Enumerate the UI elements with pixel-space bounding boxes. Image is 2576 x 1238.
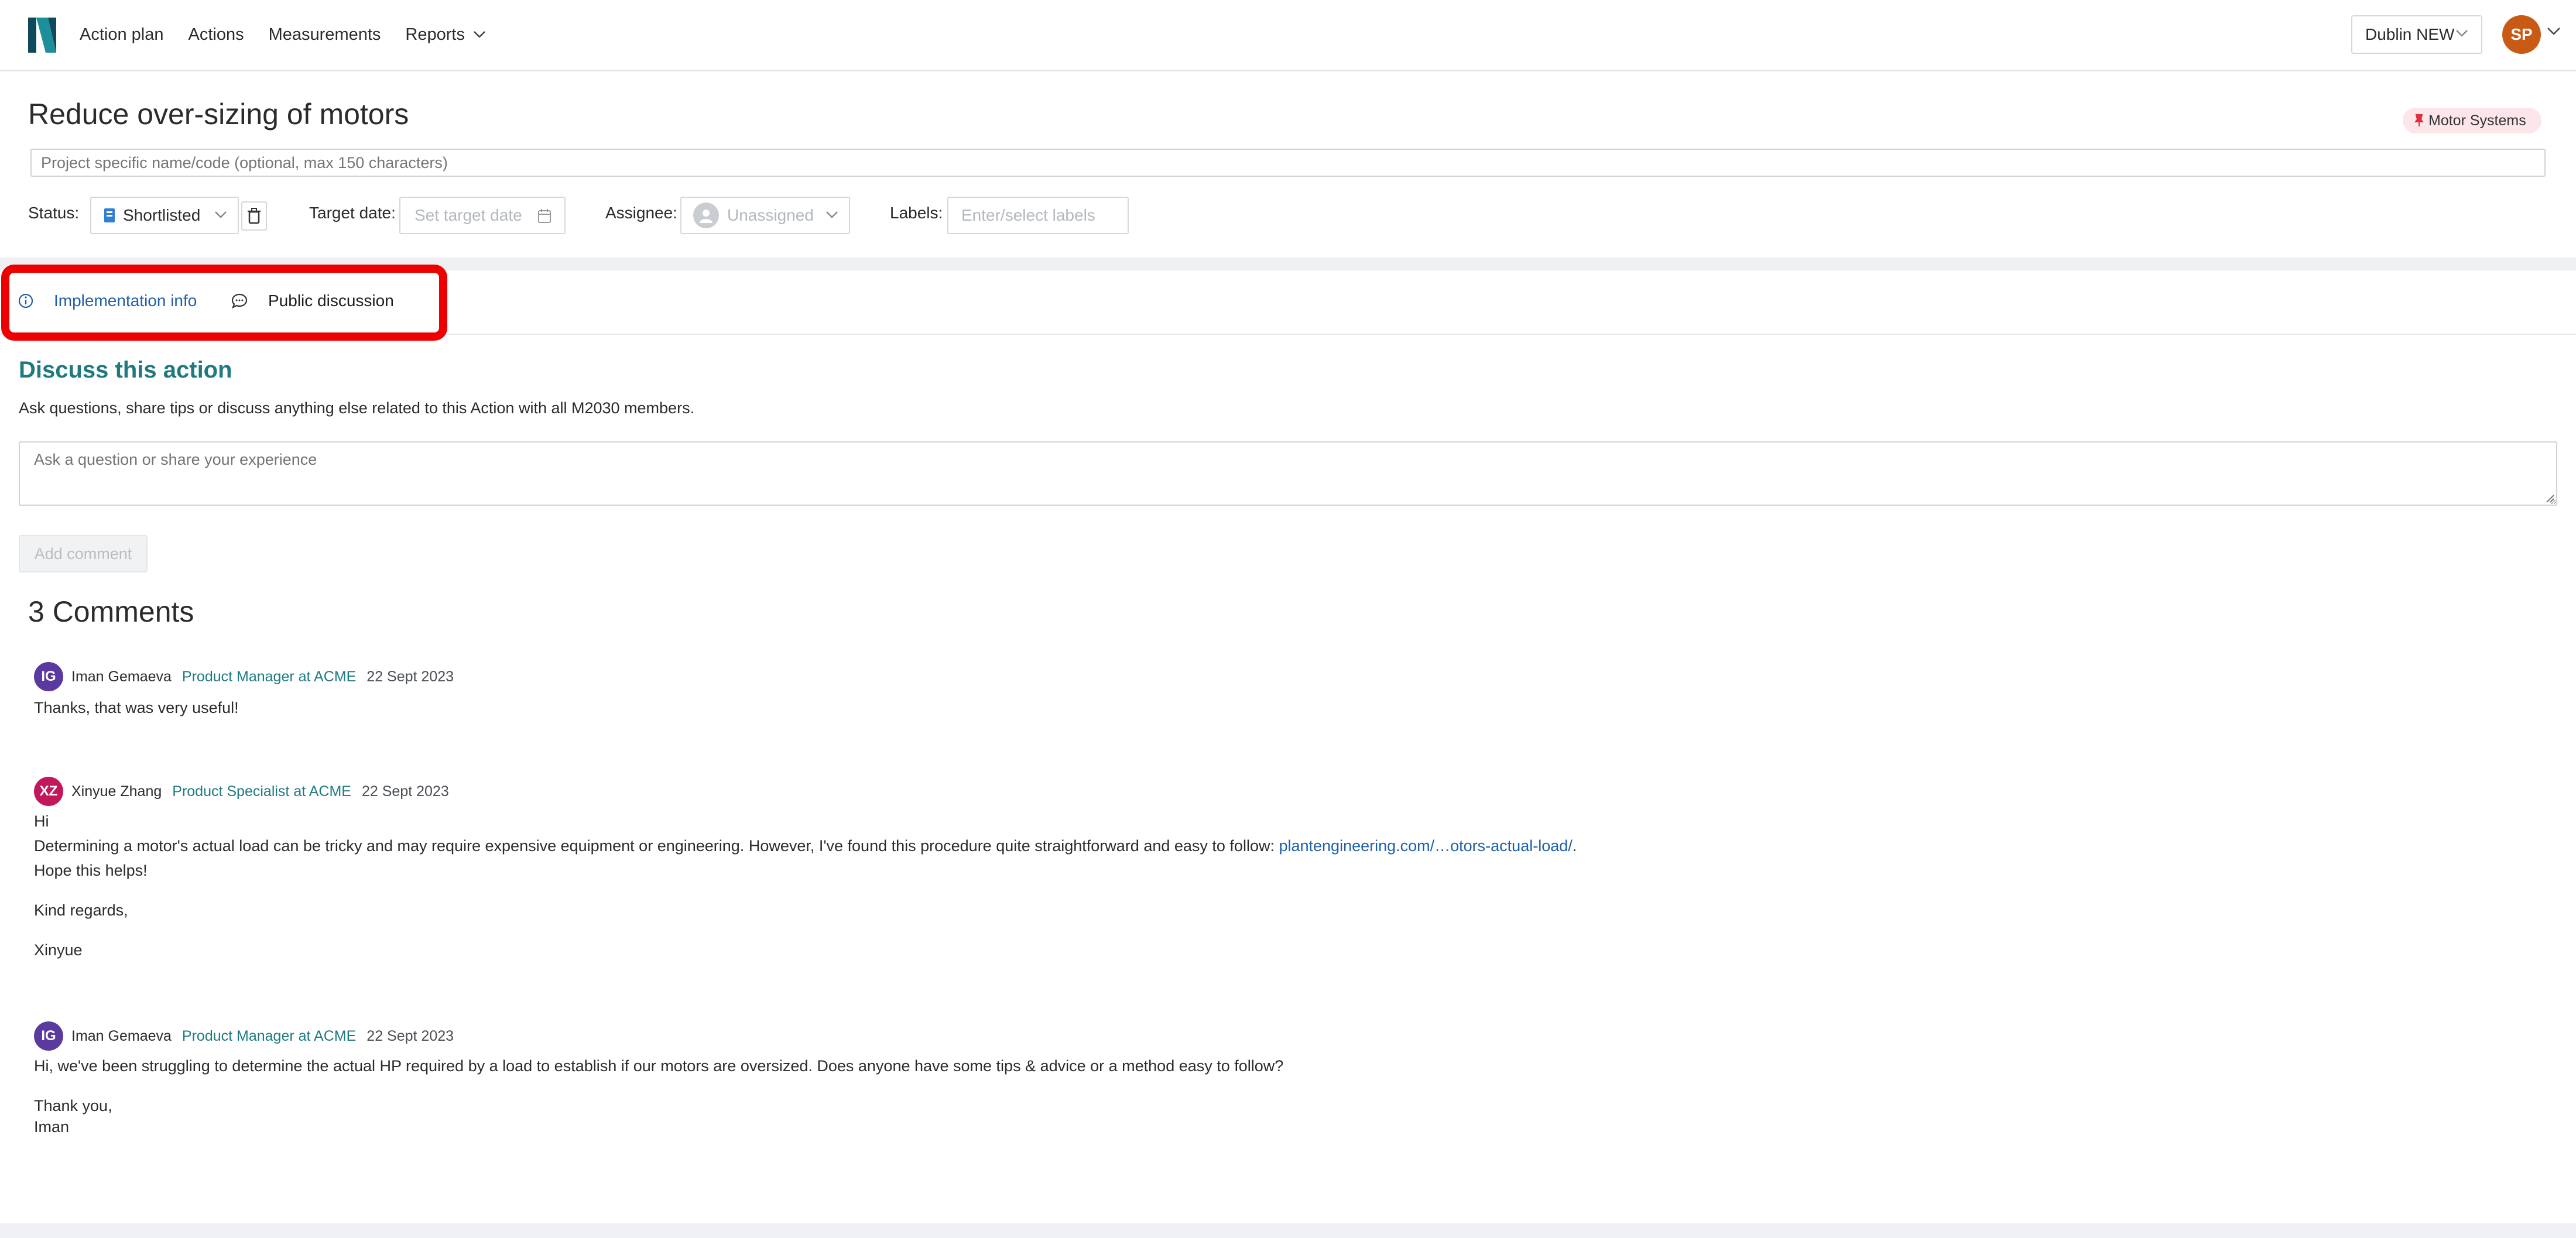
discussion-title: Discuss this action: [19, 357, 232, 383]
assignee-select-value: Unassigned: [727, 206, 814, 224]
comment-avatar: IG: [34, 662, 63, 691]
comment-author-role: Product Manager at ACME: [181, 1027, 357, 1044]
comment-author[interactable]: Xinyue Zhang: [71, 783, 162, 800]
tab-bar: Implementation info Public discussion: [0, 270, 2576, 335]
chevron-down-icon: [826, 211, 838, 218]
delete-status-button[interactable]: [241, 201, 267, 231]
user-avatar[interactable]: SP: [2502, 15, 2541, 54]
chevron-down-icon: [2456, 30, 2468, 37]
user-menu-chevron-icon[interactable]: [2547, 27, 2561, 36]
tab-public-discussion-label: Public discussion: [268, 292, 394, 310]
top-navbar: Action plan Actions Measurements Reports…: [0, 0, 2576, 71]
comment-author[interactable]: Iman Gemaeva: [71, 1028, 172, 1045]
comment-link[interactable]: plantengineering.com/…otors-actual-load/: [1279, 837, 1572, 855]
organization-select-value: Dublin NEW: [2365, 25, 2455, 43]
comment-date: 22 Sept 2023: [366, 1027, 454, 1044]
comment-header: IG Iman Gemaeva Product Manager at ACME …: [34, 661, 2540, 692]
comment-text: Hi: [34, 812, 49, 830]
comment-author[interactable]: Iman Gemaeva: [71, 668, 172, 685]
page-title: Reduce over-sizing of motors: [28, 98, 409, 131]
comment-text-part: Determining a motor's actual load can be…: [34, 837, 1279, 855]
comment-item: IG Iman Gemaeva Product Manager at ACME …: [34, 661, 2540, 720]
comment-text: Iman: [34, 1118, 70, 1136]
shortlisted-icon: [104, 208, 115, 222]
trash-icon: [248, 208, 261, 224]
target-date-label: Target date:: [309, 204, 396, 222]
resize-handle-icon[interactable]: [2544, 493, 2555, 503]
comment-text: Thanks, that was very useful!: [34, 699, 239, 716]
status-label: Status:: [28, 204, 80, 222]
target-date-placeholder: Set target date: [415, 206, 522, 224]
discussion-description: Ask questions, share tips or discuss any…: [19, 399, 695, 417]
comment-input[interactable]: [19, 441, 2557, 506]
nav-action-plan[interactable]: Action plan: [80, 25, 164, 44]
chevron-down-icon: [215, 211, 227, 218]
add-comment-button[interactable]: Add comment: [19, 535, 148, 572]
comment-avatar: IG: [34, 1021, 63, 1051]
comments-count-heading: 3 Comments: [28, 595, 194, 628]
comment-author-role: Product Specialist at ACME: [172, 783, 351, 800]
action-header: Reduce over-sizing of motors Motor Syste…: [0, 71, 2576, 258]
comment-avatar: XZ: [34, 777, 63, 806]
project-name-input[interactable]: [30, 149, 2546, 177]
assignee-label: Assignee:: [605, 204, 677, 222]
comment-text-part: .: [1572, 837, 1577, 855]
status-select-value: Shortlisted: [123, 206, 201, 224]
section-divider: [0, 258, 2576, 270]
comment-author-role: Product Manager at ACME: [181, 668, 357, 685]
tab-implementation-info-label: Implementation info: [54, 292, 197, 310]
comment-date: 22 Sept 2023: [361, 783, 449, 800]
tab-public-discussion[interactable]: Public discussion: [231, 292, 394, 310]
comment-item: IG Iman Gemaeva Product Manager at ACME …: [34, 1021, 2540, 1139]
calendar-icon: [538, 209, 551, 223]
chat-bubble-icon: [231, 293, 248, 309]
comment-header: XZ Xinyue Zhang Product Specialist at AC…: [34, 776, 2540, 807]
labels-input[interactable]: Enter/select labels: [947, 197, 1129, 234]
comment-text: Hope this helps!: [34, 862, 148, 879]
organization-select[interactable]: Dublin NEW: [2351, 15, 2482, 54]
page-footer-band: [0, 1223, 2576, 1238]
nav-measurements[interactable]: Measurements: [269, 25, 381, 44]
comment-text: Kind regards,: [34, 901, 128, 919]
app-logo[interactable]: [28, 18, 56, 53]
category-tag[interactable]: Motor Systems: [2403, 108, 2541, 133]
target-date-input[interactable]: Set target date: [399, 197, 566, 234]
tab-implementation-info[interactable]: Implementation info: [18, 292, 197, 310]
pin-icon: [2414, 114, 2424, 126]
main-nav: Action plan Actions Measurements Reports: [80, 0, 511, 69]
person-icon: [693, 203, 719, 228]
nav-reports-label: Reports: [405, 25, 465, 44]
nav-reports[interactable]: Reports: [405, 25, 486, 44]
assignee-select[interactable]: Unassigned: [680, 197, 850, 234]
comment-item: XZ Xinyue Zhang Product Specialist at AC…: [34, 776, 2540, 962]
info-icon: [18, 293, 33, 308]
comment-text: Determining a motor's actual load can be…: [34, 834, 2540, 858]
category-tag-label: Motor Systems: [2428, 112, 2526, 129]
status-select[interactable]: Shortlisted: [90, 197, 239, 234]
chevron-down-icon: [474, 31, 485, 38]
labels-input-placeholder: Enter/select labels: [961, 206, 1095, 224]
labels-label: Labels:: [890, 204, 943, 222]
comment-date: 22 Sept 2023: [366, 668, 454, 685]
comment-text: Hi, we've been struggling to determine t…: [34, 1057, 1284, 1075]
nav-actions[interactable]: Actions: [189, 25, 244, 44]
comment-header: IG Iman Gemaeva Product Manager at ACME …: [34, 1021, 2540, 1051]
comment-text: Xinyue: [34, 941, 83, 959]
